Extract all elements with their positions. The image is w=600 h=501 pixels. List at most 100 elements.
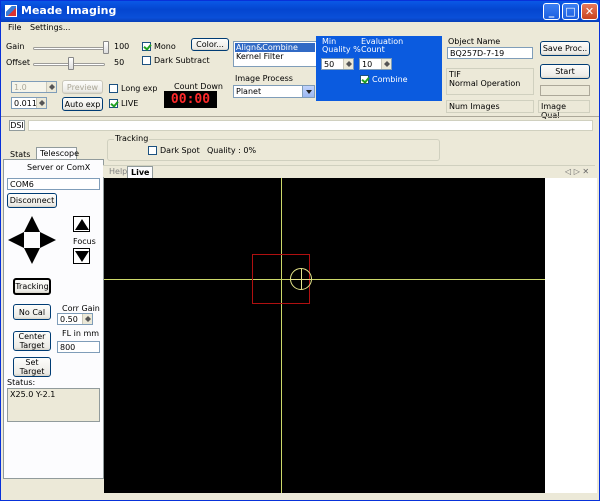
mono-checkbox[interactable] xyxy=(142,42,151,51)
tab-live[interactable]: Live xyxy=(127,166,154,178)
com-port-value: COM6 xyxy=(10,180,34,189)
image-qual-readout: Image Qual xyxy=(538,100,590,120)
arrow-right-icon[interactable] xyxy=(40,232,56,248)
gain-label: Gain xyxy=(6,42,25,51)
save-proc-button[interactable]: Save Proc.. xyxy=(540,41,590,56)
viewer-tab-strip: Help Live ◁ ▷ ✕ xyxy=(103,165,595,178)
center-target-button[interactable]: Center Target xyxy=(13,331,51,351)
focus-up-icon xyxy=(75,219,89,230)
disconnect-button[interactable]: Disconnect xyxy=(7,193,57,208)
process-list-item[interactable]: Kernel Filter xyxy=(235,52,284,61)
eval-count-label-2: Count xyxy=(361,45,385,54)
app-icon xyxy=(5,5,17,17)
com-port-input[interactable]: COM6 xyxy=(7,178,100,190)
min-quality-value: 50 xyxy=(324,60,335,69)
status-box: X25.0 Y-2.1 xyxy=(7,388,100,422)
crosshair-vertical xyxy=(281,178,282,493)
status-label: Status: xyxy=(7,378,36,387)
min-quality-label-2: Quality % xyxy=(322,45,361,54)
crosshair-horizontal xyxy=(104,279,545,280)
process-list[interactable]: Align&Combine Kernel Filter xyxy=(233,41,317,67)
minimize-button[interactable]: _ xyxy=(543,3,560,20)
object-name-value: BQ257D-7-19 xyxy=(450,49,505,58)
num-images-readout: Num Images xyxy=(446,100,534,113)
offset-value: 50 xyxy=(114,58,125,67)
min-quality-spinner[interactable] xyxy=(343,59,353,69)
menu-file[interactable]: File xyxy=(8,23,21,32)
preview-button[interactable]: Preview xyxy=(62,80,103,94)
dsi-tab[interactable]: DSI xyxy=(9,120,25,131)
color-button[interactable]: Color... xyxy=(191,38,229,51)
fl-label: FL in mm xyxy=(62,329,100,338)
tracking-button[interactable]: Tracking xyxy=(13,278,51,295)
live-checkbox[interactable] xyxy=(109,99,118,108)
server-label: Server or ComX xyxy=(27,163,91,172)
gain-slider-track[interactable] xyxy=(33,47,105,50)
image-process-select[interactable]: Planet xyxy=(233,85,315,98)
exposure-spinner[interactable] xyxy=(46,82,56,92)
no-cal-button[interactable]: No Cal xyxy=(13,304,51,320)
live-label: LIVE xyxy=(121,99,139,108)
eval-count-input[interactable]: 10 xyxy=(359,58,392,70)
offset-slider-thumb[interactable] xyxy=(68,57,74,70)
process-list-item-selected[interactable]: Align&Combine xyxy=(235,43,315,52)
menu-bar: File Settings... xyxy=(1,22,599,35)
tab-help[interactable]: Help xyxy=(109,167,127,176)
dark-spot-checkbox[interactable] xyxy=(148,146,157,155)
window-title: Meade Imaging xyxy=(21,4,117,17)
evaluation-panel: Min Quality % Evaluation Count 50 10 Com… xyxy=(316,36,442,101)
corr-gain-label: Corr Gain xyxy=(62,304,100,313)
eval-count-spinner[interactable] xyxy=(381,59,391,69)
tracking-group-label: Tracking xyxy=(114,134,150,143)
start-button[interactable]: Start xyxy=(540,64,590,79)
exposure-step-input[interactable]: 0.0110 xyxy=(11,97,47,109)
menu-settings[interactable]: Settings... xyxy=(30,23,70,32)
corr-gain-spinner[interactable] xyxy=(82,314,92,324)
format-label: TIF xyxy=(449,70,461,79)
operation-status: Normal Operation xyxy=(449,79,521,88)
corr-gain-input[interactable]: 0.50 xyxy=(57,313,93,325)
arrow-up-icon[interactable] xyxy=(24,216,40,232)
mono-label: Mono xyxy=(154,42,176,51)
live-video-view[interactable] xyxy=(104,178,545,493)
combine-checkbox[interactable] xyxy=(360,75,369,84)
object-name-input[interactable]: BQ257D-7-19 xyxy=(447,47,533,59)
viewer-nav-icons[interactable]: ◁ ▷ ✕ xyxy=(565,167,589,176)
tab-telescope[interactable]: Telescope xyxy=(36,147,79,159)
arrow-down-icon[interactable] xyxy=(24,248,40,264)
dsi-strip xyxy=(28,120,593,131)
long-exp-label: Long exp xyxy=(121,84,158,93)
min-quality-input[interactable]: 50 xyxy=(321,58,354,70)
gain-value: 100 xyxy=(114,42,130,51)
exposure-value: 1.0 xyxy=(14,83,27,92)
arrow-left-icon[interactable] xyxy=(8,232,24,248)
maximize-button[interactable]: □ xyxy=(562,3,579,20)
fl-input[interactable]: 800 xyxy=(57,341,100,353)
set-target-button[interactable]: Set Target xyxy=(13,357,51,377)
long-exp-checkbox[interactable] xyxy=(109,84,118,93)
dropdown-arrow-icon[interactable] xyxy=(302,86,314,97)
exposure-step-spinner[interactable] xyxy=(36,98,46,108)
exposure-input[interactable]: 1.0 xyxy=(11,81,57,93)
tab-stats[interactable]: Stats xyxy=(10,150,30,159)
dark-spot-label: Dark Spot xyxy=(160,146,200,155)
countdown-label: Count Down xyxy=(174,82,223,91)
auto-exp-button[interactable]: Auto exp xyxy=(62,97,103,111)
focus-down-icon xyxy=(75,251,89,262)
fl-value: 800 xyxy=(60,343,76,352)
countdown-display: 00:00 xyxy=(164,91,217,108)
dark-subtract-checkbox[interactable] xyxy=(142,56,151,65)
progress-bar xyxy=(540,85,590,96)
focus-in-button[interactable] xyxy=(73,216,90,232)
image-process-value: Planet xyxy=(236,87,262,96)
object-name-label: Object Name xyxy=(448,37,501,46)
gain-slider-thumb[interactable] xyxy=(103,41,109,54)
quality-label: Quality : 0% xyxy=(207,146,257,155)
eval-count-value: 10 xyxy=(362,60,373,69)
close-button[interactable]: ✕ xyxy=(581,3,598,20)
direction-pad xyxy=(8,216,56,264)
focus-out-button[interactable] xyxy=(73,248,90,264)
title-bar[interactable]: Meade Imaging _ □ ✕ xyxy=(1,1,599,22)
corr-gain-value: 0.50 xyxy=(60,315,78,324)
status-readout: TIF Normal Operation xyxy=(446,68,534,95)
